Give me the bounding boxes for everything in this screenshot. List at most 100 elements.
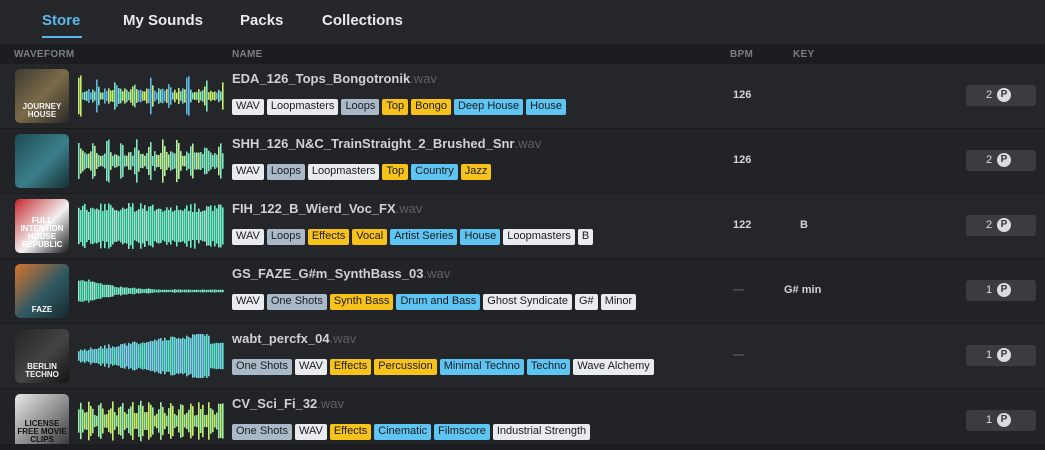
download-credits-button[interactable]: 2P [966, 215, 1036, 236]
pack-artwork[interactable] [15, 134, 69, 188]
pack-artwork[interactable]: JOURNEY HOUSE [15, 69, 69, 123]
tab-packs[interactable]: Packs [240, 12, 283, 29]
bpm-value: — [733, 284, 744, 296]
pack-artwork-text: JOURNEY HOUSE [22, 102, 62, 119]
tag[interactable]: WAV [294, 359, 327, 375]
tag[interactable]: WAV [232, 294, 264, 310]
tag[interactable]: Wave Alchemy [573, 359, 654, 375]
tag[interactable]: Effects [307, 229, 350, 245]
download-credits-button[interactable]: 1P [966, 280, 1036, 301]
tag[interactable]: WAV [232, 99, 264, 115]
pack-artwork[interactable]: LICENSE FREE MOVIE CLIPS [15, 394, 69, 444]
sound-row[interactable]: FAZE GS_FAZE_G#m_SynthBass_03.wav WAV One S… [0, 259, 1045, 324]
waveform-preview[interactable] [78, 202, 224, 250]
tag[interactable]: One Shots [266, 294, 327, 310]
active-tab-indicator [42, 36, 82, 38]
bpm-column-header[interactable]: BPM [730, 49, 753, 60]
credits-coin-icon: P [997, 413, 1011, 427]
list-footer [0, 444, 1045, 450]
tag[interactable]: WAV [294, 424, 327, 440]
key-column-header[interactable]: KEY [793, 49, 814, 60]
credits-coin-icon: P [997, 153, 1011, 167]
waveform-preview[interactable] [78, 267, 224, 315]
sound-row[interactable]: SHH_126_N&C_TrainStraight_2_Brushed_Snr.… [0, 129, 1045, 194]
download-credits-button[interactable]: 2P [966, 85, 1036, 106]
pack-artwork-text: FULL INTENTION HOUSE REPUBLIC [20, 216, 64, 249]
sound-filename[interactable]: wabt_percfx_04.wav [232, 331, 356, 346]
sound-row[interactable]: JOURNEY HOUSE EDA_126_Tops_Bongotronik.wa… [0, 64, 1045, 129]
pack-artwork[interactable]: BERLIN TECHNO [15, 329, 69, 383]
tag[interactable]: Techno [526, 359, 571, 375]
download-credits-button[interactable]: 1P [966, 410, 1036, 431]
tag[interactable]: B [577, 229, 594, 245]
tag[interactable]: Top [382, 99, 409, 115]
credit-cost: 2 [986, 219, 993, 231]
tag[interactable]: House [460, 229, 501, 245]
credits-coin-icon: P [997, 218, 1011, 232]
file-extension: .wav [395, 201, 423, 216]
sound-row[interactable]: FULL INTENTION HOUSE REPUBLIC FIH_122_B_W… [0, 194, 1045, 259]
file-extension: .wav [317, 396, 345, 411]
name-column-header[interactable]: NAME [232, 49, 263, 60]
tab-store[interactable]: Store [42, 12, 80, 29]
sound-name: CV_Sci_Fi_32 [232, 396, 318, 411]
sound-name: EDA_126_Tops_Bongotronik [232, 71, 411, 86]
credit-cost: 1 [986, 284, 993, 296]
tag[interactable]: Deep House [453, 99, 524, 115]
tag[interactable]: WAV [232, 229, 264, 245]
tag[interactable]: Country [411, 164, 458, 180]
sound-filename[interactable]: CV_Sci_Fi_32.wav [232, 396, 344, 411]
tag-list: WAV Loops Loopmasters Top Country Jazz [232, 164, 494, 180]
waveform-preview[interactable] [78, 72, 224, 120]
tag[interactable]: Minimal Techno [439, 359, 524, 375]
download-credits-button[interactable]: 2P [966, 150, 1036, 171]
tag[interactable]: WAV [232, 164, 264, 180]
tag[interactable]: Bongo [411, 99, 451, 115]
tag-list: WAV One Shots Synth Bass Drum and Bass Ghost… [232, 294, 639, 310]
tag[interactable]: One Shots [232, 424, 292, 440]
sound-name: GS_FAZE_G#m_SynthBass_03 [232, 266, 424, 281]
tag[interactable]: Loopmasters [307, 164, 380, 180]
sound-name: wabt_percfx_04 [232, 331, 330, 346]
tag[interactable]: Cinematic [374, 424, 432, 440]
tag[interactable]: Loops [266, 229, 305, 245]
tag[interactable]: One Shots [232, 359, 292, 375]
pack-artwork[interactable]: FULL INTENTION HOUSE REPUBLIC [15, 199, 69, 253]
tag[interactable]: Synth Bass [329, 294, 394, 310]
tag[interactable]: Percussion [374, 359, 437, 375]
tag[interactable]: Effects [329, 359, 372, 375]
tag[interactable]: Loopmasters [503, 229, 575, 245]
tag[interactable]: G# [575, 294, 598, 310]
tab-my-sounds[interactable]: My Sounds [123, 12, 203, 29]
tag[interactable]: Loops [341, 99, 380, 115]
sound-filename[interactable]: EDA_126_Tops_Bongotronik.wav [232, 71, 437, 86]
credits-coin-icon: P [997, 283, 1011, 297]
tag[interactable]: Loopmasters [266, 99, 339, 115]
tag[interactable]: Loops [266, 164, 305, 180]
sound-row[interactable]: LICENSE FREE MOVIE CLIPS CV_Sci_Fi_32.wav… [0, 389, 1045, 444]
download-credits-button[interactable]: 1P [966, 345, 1036, 366]
tag[interactable]: Vocal [352, 229, 388, 245]
waveform-preview[interactable] [78, 332, 224, 380]
pack-artwork[interactable]: FAZE [15, 264, 69, 318]
tag[interactable]: Industrial Strength [492, 424, 591, 440]
tag[interactable]: Effects [329, 424, 372, 440]
sound-filename[interactable]: FIH_122_B_Wierd_Voc_FX.wav [232, 201, 422, 216]
credits-coin-icon: P [997, 88, 1011, 102]
tag[interactable]: House [526, 99, 566, 115]
waveform-preview[interactable] [78, 397, 224, 444]
sound-filename[interactable]: SHH_126_N&C_TrainStraight_2_Brushed_Snr.… [232, 136, 541, 151]
waveform-preview[interactable] [78, 137, 224, 185]
tab-collections[interactable]: Collections [322, 12, 403, 29]
tag[interactable]: Artist Series [390, 229, 458, 245]
tag[interactable]: Filmscore [434, 424, 490, 440]
tag[interactable]: Minor [600, 294, 637, 310]
bpm-value: 122 [733, 219, 752, 231]
bpm-value: — [733, 349, 744, 361]
tag[interactable]: Top [382, 164, 409, 180]
tag[interactable]: Drum and Bass [396, 294, 481, 310]
tag[interactable]: Jazz [460, 164, 492, 180]
tag[interactable]: Ghost Syndicate [483, 294, 572, 310]
sound-row[interactable]: BERLIN TECHNO wabt_percfx_04.wav One Shots… [0, 324, 1045, 389]
sound-filename[interactable]: GS_FAZE_G#m_SynthBass_03.wav [232, 266, 450, 281]
